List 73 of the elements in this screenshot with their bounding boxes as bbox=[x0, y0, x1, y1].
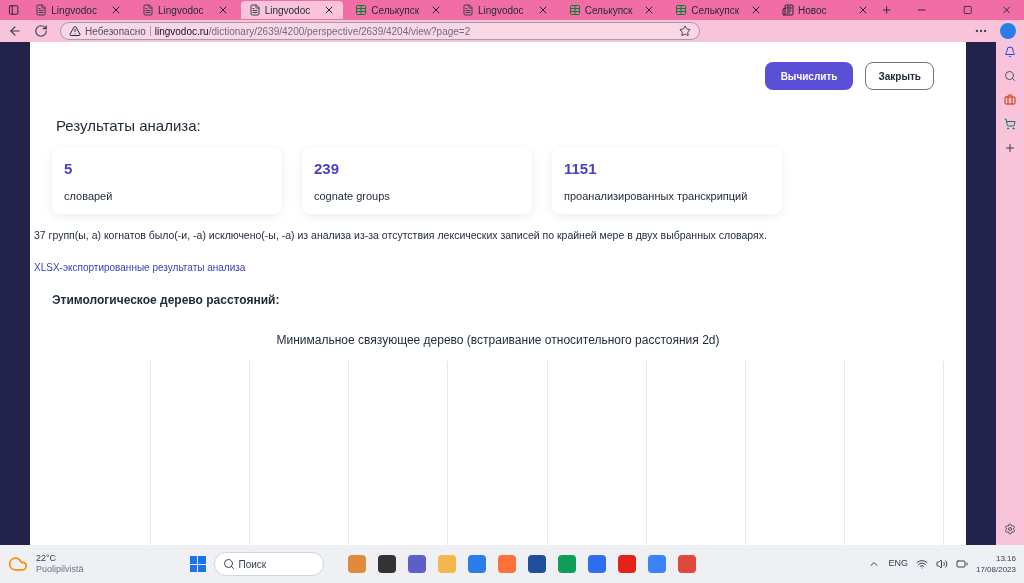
tab-title: Lingvodoc bbox=[158, 3, 205, 18]
chart-title: Минимальное связующее дерево (встраивание относительного расстояния 2d) bbox=[275, 331, 721, 349]
taskbar-app-icon[interactable] bbox=[527, 555, 546, 573]
tab-title: Lingvodoc bbox=[51, 3, 98, 18]
cart-icon[interactable] bbox=[1004, 118, 1016, 130]
stat-value: 239 bbox=[314, 158, 341, 179]
search-placeholder: Поиск bbox=[238, 557, 267, 572]
add-icon[interactable] bbox=[1004, 142, 1016, 154]
document-icon bbox=[35, 4, 48, 16]
spreadsheet-icon bbox=[675, 4, 688, 16]
clock-time: 13.16 bbox=[995, 553, 1016, 564]
tab-title: Новос bbox=[798, 3, 828, 18]
new-tab-icon[interactable] bbox=[880, 4, 892, 16]
battery-icon[interactable] bbox=[955, 558, 968, 570]
search-icon bbox=[222, 558, 235, 570]
browser-tab[interactable]: Новос bbox=[774, 1, 877, 19]
url-text: lingvodoc.ru/dictionary/2639/4200/perspective/2639/4204/view?page=2 bbox=[154, 24, 471, 39]
tab-title: Селькупск bbox=[371, 3, 421, 18]
stat-label: словарей bbox=[64, 189, 114, 204]
settings-icon[interactable] bbox=[1004, 523, 1016, 535]
document-icon bbox=[462, 4, 474, 16]
start-icon[interactable] bbox=[189, 556, 206, 572]
browser-tab[interactable]: Селькупск bbox=[667, 1, 770, 19]
taskbar-app-icon[interactable] bbox=[377, 555, 396, 573]
exclusion-note: 37 групп(ы, а) когнатов было(-и, -а) исключено(-ы, -а) из анализа из-за отсутствия лексических записей по крайней мере в двух выбранных словарях. bbox=[34, 227, 768, 243]
browser-tab[interactable]: Селькупск bbox=[560, 1, 664, 19]
close-icon[interactable] bbox=[110, 4, 122, 16]
address-field[interactable]: Небезопасно lingvodoc.ru/dictionary/2639/4200/perspective/2639/4204/view?page=2 bbox=[60, 22, 700, 40]
stat-label: проанализированных транскрипций bbox=[564, 189, 749, 204]
tree-heading: Этимологическое дерево расстояний: bbox=[52, 291, 281, 309]
clock-date: 17/08/2023 bbox=[975, 564, 1016, 575]
export-link[interactable]: XLSX-экспортированные результаты анализа bbox=[34, 259, 944, 275]
back-icon[interactable] bbox=[8, 24, 22, 38]
close-button[interactable]: Закрыть bbox=[865, 62, 934, 90]
stat-label: cognate groups bbox=[314, 189, 391, 204]
stat-value: 5 bbox=[64, 158, 74, 179]
stat-value: 1151 bbox=[564, 158, 598, 179]
browser-tab[interactable]: Селькупск bbox=[347, 1, 450, 19]
search-field[interactable]: Поиск bbox=[213, 552, 324, 576]
browser-tab[interactable]: Lingvodoc bbox=[134, 1, 237, 19]
weather-icon[interactable] bbox=[8, 554, 28, 574]
document-icon bbox=[248, 4, 261, 16]
wifi-icon[interactable] bbox=[915, 558, 928, 570]
spreadsheet-icon bbox=[355, 4, 368, 16]
document-icon bbox=[142, 4, 154, 16]
results-heading: Результаты анализа: bbox=[56, 116, 202, 136]
browser-tab[interactable]: Lingvodoc bbox=[454, 1, 557, 19]
spreadsheet-icon bbox=[568, 4, 581, 16]
sidebar-icon[interactable] bbox=[8, 4, 20, 16]
tab-title: Lingvodoc bbox=[264, 3, 312, 18]
volume-icon[interactable] bbox=[935, 558, 948, 570]
browser-tab[interactable]: Lingvodoc bbox=[240, 1, 344, 19]
close-icon[interactable] bbox=[750, 4, 762, 16]
bell-icon[interactable] bbox=[1004, 46, 1016, 58]
copilot-icon[interactable] bbox=[1000, 23, 1016, 39]
weather-text: Puolipilvistä bbox=[36, 564, 84, 575]
temperature-text: 22°C bbox=[36, 553, 58, 564]
reload-icon[interactable] bbox=[34, 24, 48, 38]
search-icon[interactable] bbox=[1004, 70, 1016, 82]
warning-icon bbox=[69, 25, 81, 37]
news-icon bbox=[782, 4, 794, 16]
browser-tab[interactable]: Lingvodoc bbox=[27, 1, 130, 19]
favorite-icon[interactable] bbox=[679, 25, 691, 37]
tab-title: Селькупск bbox=[691, 3, 741, 18]
security-label: Небезопасно bbox=[85, 24, 146, 39]
tab-title: Lingvodoc bbox=[478, 3, 525, 18]
briefcase-icon[interactable] bbox=[1004, 94, 1016, 106]
close-icon[interactable] bbox=[430, 4, 442, 16]
calculate-button[interactable]: Вычислить bbox=[764, 62, 854, 90]
taskbar-app-icon[interactable] bbox=[407, 555, 426, 573]
maximize-icon[interactable] bbox=[963, 5, 973, 15]
language-indicator[interactable]: ENG bbox=[888, 557, 908, 571]
tab-title: Селькупск bbox=[584, 3, 634, 18]
